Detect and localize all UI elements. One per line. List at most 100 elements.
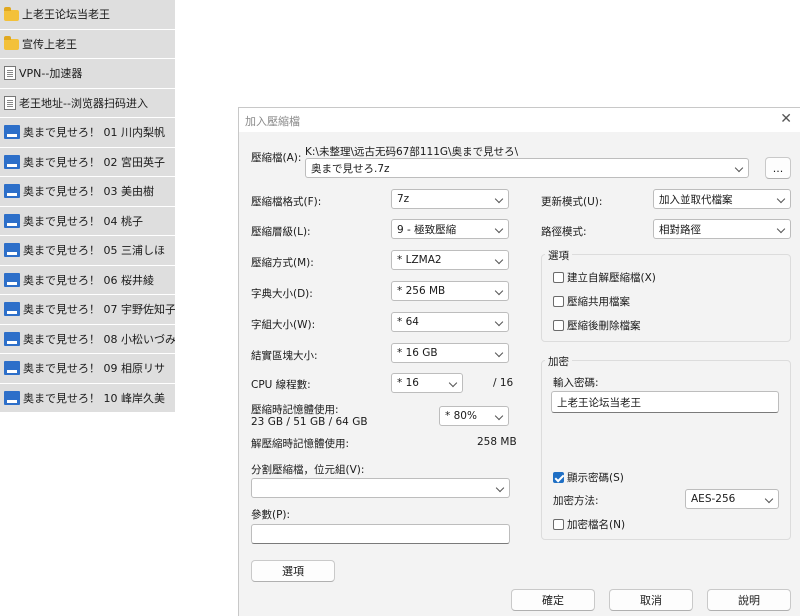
parameters-input[interactable] xyxy=(251,524,510,544)
create-sfx-checkbox[interactable]: 建立自解壓縮檔(X) xyxy=(553,270,656,285)
list-item-label: 奥まで見せろ！ 05 三浦しほ xyxy=(23,244,165,258)
checkbox-icon xyxy=(553,272,564,283)
chevron-down-icon xyxy=(494,411,504,421)
solid-block-size-label: 結實區塊大小: xyxy=(251,350,318,362)
split-volumes-select[interactable] xyxy=(251,478,510,498)
list-item-label: 上老王论坛当老王 xyxy=(22,8,110,22)
ok-button[interactable]: 確定 xyxy=(511,589,595,611)
level-select[interactable]: 9 - 極致壓縮 xyxy=(391,219,509,239)
folder-icon xyxy=(4,36,19,51)
list-item-label: 宣传上老王 xyxy=(22,37,77,51)
password-label: 輸入密碼: xyxy=(553,377,599,389)
cpu-threads-select[interactable]: * 16 xyxy=(391,373,463,393)
list-item[interactable]: 奥まで見せろ！ 09 相原リサ xyxy=(0,354,175,384)
chevron-down-icon xyxy=(776,194,786,204)
password-value: 上老王论坛当老王 xyxy=(557,396,641,409)
decompress-memory-value: 258 MB xyxy=(477,436,517,448)
close-icon[interactable]: ✕ xyxy=(780,111,792,127)
list-item[interactable]: 宣传上老王 xyxy=(0,29,175,59)
archive-path: K:\未整理\远古无码67部111G\奥まで見せろ\ xyxy=(305,146,519,158)
list-item-label: 奥まで見せろ！ 10 峰岸久美 xyxy=(23,391,165,405)
help-button[interactable]: 說明 xyxy=(707,589,791,611)
list-item[interactable]: 奥まで見せろ！ 05 三浦しほ xyxy=(0,236,175,266)
chevron-down-icon xyxy=(776,224,786,234)
encryption-group-title: 加密 xyxy=(545,354,572,369)
list-item[interactable]: 奥まで見せろ！ 01 川内梨帆 xyxy=(0,118,175,148)
list-item[interactable]: 奥まで見せろ！ 10 峰岸久美 xyxy=(0,383,175,413)
path-mode-label: 路徑模式: xyxy=(541,226,587,238)
archive-icon xyxy=(4,125,20,140)
word-size-select[interactable]: * 64 xyxy=(391,312,509,332)
list-item[interactable]: 奥まで見せろ！ 06 桜井綾 xyxy=(0,265,175,295)
chevron-down-icon xyxy=(734,163,744,173)
list-item[interactable]: 奥まで見せろ！ 07 宇野佐知子 xyxy=(0,295,175,325)
list-item[interactable]: VPN--加速器 xyxy=(0,59,175,89)
list-item[interactable]: 奥まで見せろ！ 08 小松いづみ xyxy=(0,324,175,354)
compress-shared-label: 壓縮共用檔案 xyxy=(567,296,630,308)
encryption-method-label: 加密方法: xyxy=(553,495,599,507)
checkbox-checked-icon xyxy=(553,472,564,483)
update-mode-select[interactable]: 加入並取代檔案 xyxy=(653,189,791,209)
memory-usage-value: * 80% xyxy=(445,410,477,422)
memory-usage-select[interactable]: * 80% xyxy=(439,406,509,426)
solid-block-size-select[interactable]: * 16 GB xyxy=(391,343,509,363)
file-list: 上老王论坛当老王 宣传上老王 VPN--加速器 老王地址--浏览器扫码进入 奥ま… xyxy=(0,0,175,413)
chevron-down-icon xyxy=(494,255,504,265)
password-input[interactable]: 上老王论坛当老王 xyxy=(551,391,779,413)
chevron-down-icon xyxy=(494,348,504,358)
update-mode-label: 更新模式(U): xyxy=(541,196,603,208)
delete-after-checkbox[interactable]: 壓縮後刪除檔案 xyxy=(553,318,641,333)
archive-icon xyxy=(4,361,20,376)
archive-icon xyxy=(4,302,20,317)
list-item-label: 奥まで見せろ！ 09 相原リサ xyxy=(23,362,165,376)
list-item-label: 奥まで見せろ！ 02 宮田英子 xyxy=(23,155,165,169)
path-mode-value: 相對路徑 xyxy=(659,223,701,236)
chevron-down-icon xyxy=(764,494,774,504)
dictionary-size-select[interactable]: * 256 MB xyxy=(391,281,509,301)
encrypt-names-checkbox[interactable]: 加密檔名(N) xyxy=(553,517,625,532)
list-item[interactable]: 奥まで見せろ！ 02 宮田英子 xyxy=(0,147,175,177)
encryption-method-select[interactable]: AES-256 xyxy=(685,489,779,509)
chevron-down-icon xyxy=(448,378,458,388)
decompress-memory-label: 解壓縮時記憶體使用: xyxy=(251,438,350,450)
format-select[interactable]: 7z xyxy=(391,189,509,209)
delete-after-label: 壓縮後刪除檔案 xyxy=(567,320,641,332)
archive-name-value: 奥まで見せろ.7z xyxy=(311,162,390,175)
show-password-checkbox[interactable]: 顯示密碼(S) xyxy=(553,470,624,485)
cancel-button[interactable]: 取消 xyxy=(609,589,693,611)
solid-block-size-value: * 16 GB xyxy=(397,347,438,359)
options-group-title: 選項 xyxy=(545,248,572,263)
cpu-threads-label: CPU 線程數: xyxy=(251,379,311,391)
archive-name-combo[interactable]: 奥まで見せろ.7z xyxy=(305,158,749,178)
archive-label: 壓縮檔(A): xyxy=(251,152,302,164)
compress-shared-checkbox[interactable]: 壓縮共用檔案 xyxy=(553,294,630,309)
list-item[interactable]: 老王地址--浏览器扫码进入 xyxy=(0,88,175,118)
path-mode-select[interactable]: 相對路徑 xyxy=(653,219,791,239)
chevron-down-icon xyxy=(494,224,504,234)
cpu-threads-value: * 16 xyxy=(397,377,419,389)
parameters-label: 參數(P): xyxy=(251,509,291,521)
word-size-label: 字組大小(W): xyxy=(251,319,316,331)
options-button[interactable]: 選項 xyxy=(251,560,335,582)
list-item[interactable]: 上老王论坛当老王 xyxy=(0,0,175,30)
list-item[interactable]: 奥まで見せろ！ 04 桃子 xyxy=(0,206,175,236)
list-item-label: 奥まで見せろ！ 06 桜井綾 xyxy=(23,273,154,287)
list-item-label: 奥まで見せろ！ 01 川内梨帆 xyxy=(23,126,165,140)
list-item[interactable]: 奥まで見せろ！ 03 美由樹 xyxy=(0,177,175,207)
method-select[interactable]: * LZMA2 xyxy=(391,250,509,270)
checkbox-icon xyxy=(553,296,564,307)
dialog-title: 加入壓縮檔 xyxy=(245,115,300,128)
format-value: 7z xyxy=(397,193,410,205)
compress-memory-detail: 23 GB / 51 GB / 64 GB xyxy=(251,416,368,428)
dictionary-size-value: * 256 MB xyxy=(397,285,446,297)
add-to-archive-dialog: 加入壓縮檔 ✕ 壓縮檔(A): K:\未整理\远古无码67部111G\奥まで見せ… xyxy=(238,107,800,616)
archive-icon xyxy=(4,272,20,287)
archive-icon xyxy=(4,154,20,169)
list-item-label: 老王地址--浏览器扫码进入 xyxy=(19,96,148,110)
list-item-label: 奥まで見せろ！ 08 小松いづみ xyxy=(23,332,175,346)
archive-icon xyxy=(4,243,20,258)
browse-button[interactable]: ... xyxy=(765,157,791,179)
level-label: 壓縮層級(L): xyxy=(251,226,311,238)
cpu-threads-total: / 16 xyxy=(493,377,514,389)
list-item-label: VPN--加速器 xyxy=(19,67,83,81)
